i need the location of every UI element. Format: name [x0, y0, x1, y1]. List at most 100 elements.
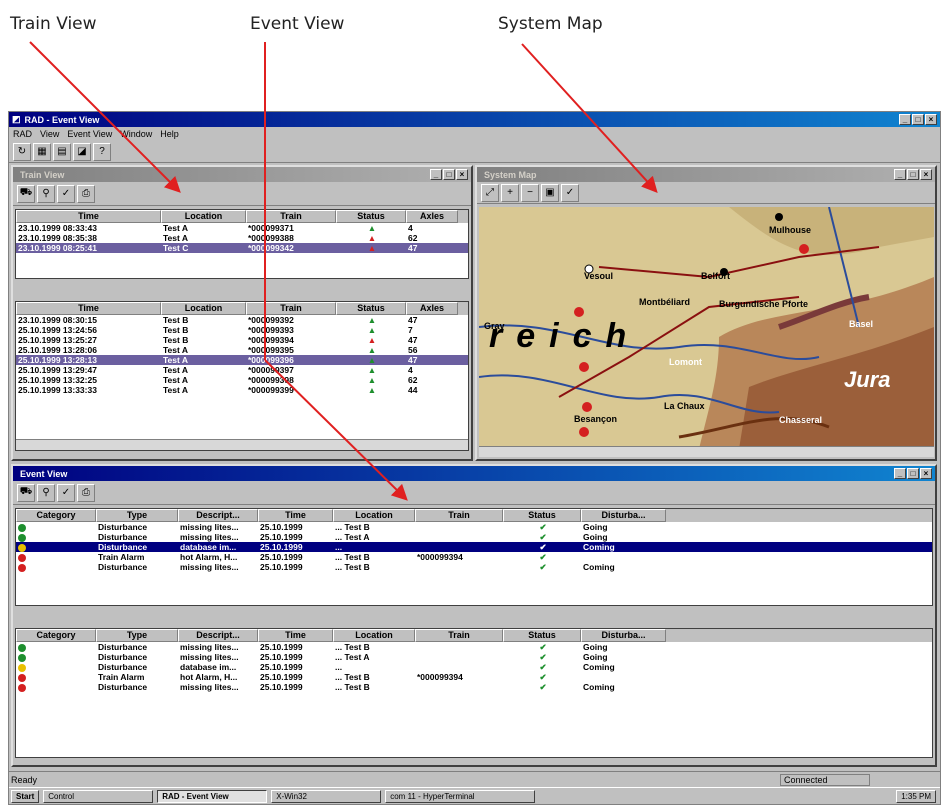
- close-button[interactable]: ×: [456, 169, 468, 180]
- table-row[interactable]: 25.10.1999 13:25:27 Test B *000099394 ▲ 47: [16, 335, 468, 345]
- column-header-category[interactable]: Category: [16, 629, 96, 642]
- column-header-time[interactable]: Time: [258, 509, 333, 522]
- train-view-icon[interactable]: ▦: [33, 142, 51, 161]
- column-header-time[interactable]: Time: [16, 302, 161, 315]
- menu-help[interactable]: Help: [160, 129, 179, 139]
- print-icon[interactable]: ⎙: [77, 483, 95, 502]
- check-icon[interactable]: ✓: [561, 183, 579, 202]
- menu-event-view[interactable]: Event View: [67, 129, 112, 139]
- horizontal-scrollbar[interactable]: [16, 439, 468, 450]
- map-horizontal-scrollbar[interactable]: [479, 446, 934, 457]
- table-row[interactable]: Disturbance missing lites... 25.10.1999...…: [16, 532, 932, 542]
- event-table-top[interactable]: Category Type Descript... Time Location …: [15, 508, 933, 606]
- column-header-axles[interactable]: Axles: [406, 302, 458, 315]
- column-header-status[interactable]: Status: [503, 509, 581, 522]
- menu-window[interactable]: Window: [120, 129, 152, 139]
- table-row[interactable]: Disturbance missing lites... 25.10.1999...…: [16, 642, 932, 652]
- column-header-time[interactable]: Time: [258, 629, 333, 642]
- help-icon[interactable]: ?: [93, 142, 111, 161]
- column-header-train[interactable]: Train: [246, 302, 336, 315]
- table-row[interactable]: 23.10.1999 08:35:38 Test A *000099388 ▲ 62: [16, 233, 468, 243]
- table-row[interactable]: Disturbance missing lites... 25.10.1999...…: [16, 522, 932, 532]
- start-button[interactable]: Start: [11, 789, 40, 803]
- train-table-bottom[interactable]: Time Location Train Status Axles 23.10.1…: [15, 301, 469, 451]
- table-row[interactable]: 23.10.1999 08:33:43 Test A *000099371 ▲ 4: [16, 223, 468, 233]
- column-header-status[interactable]: Status: [336, 302, 406, 315]
- column-header-time[interactable]: Time: [16, 210, 161, 223]
- table-row[interactable]: 23.10.1999 08:25:41 Test C *000099342 ▲ 47: [16, 243, 468, 253]
- task-xwin32[interactable]: X-Win32: [271, 789, 382, 803]
- minimize-button[interactable]: _: [430, 169, 442, 180]
- column-header-location[interactable]: Location: [161, 210, 246, 223]
- map-icon[interactable]: ◪: [73, 142, 91, 161]
- map-layers-icon[interactable]: ▣: [541, 183, 559, 202]
- table-row[interactable]: 25.10.1999 13:29:47 Test A *000099397 ▲ 4: [16, 365, 468, 375]
- minimize-button[interactable]: _: [899, 114, 911, 125]
- column-header-description[interactable]: Descript...: [178, 629, 258, 642]
- app-title-bar[interactable]: ◩ RAD - Event View _ □ ×: [9, 112, 940, 127]
- table-row[interactable]: Disturbance missing lites... 25.10.1999...…: [16, 562, 932, 572]
- binoculars-icon[interactable]: ⚲: [37, 184, 55, 203]
- status-tree-icon: ▲: [367, 365, 377, 375]
- print-icon[interactable]: ⎙: [77, 184, 95, 203]
- column-header-location[interactable]: Location: [161, 302, 246, 315]
- zoom-in-icon[interactable]: +: [501, 183, 519, 202]
- column-header-train[interactable]: Train: [246, 210, 336, 223]
- column-header-description[interactable]: Descript...: [178, 509, 258, 522]
- table-row[interactable]: Disturbance database im... 25.10.1999... ✔ C…: [16, 662, 932, 672]
- close-button[interactable]: ×: [925, 114, 937, 125]
- event-view-title-bar[interactable]: Event View _ □ ×: [13, 466, 935, 481]
- task-control[interactable]: Control: [43, 789, 154, 803]
- system-map-title-bar[interactable]: System Map _ □ ×: [477, 167, 935, 182]
- column-header-type[interactable]: Type: [96, 629, 178, 642]
- close-button[interactable]: ×: [920, 169, 932, 180]
- menu-view[interactable]: View: [40, 129, 59, 139]
- table-row[interactable]: 25.10.1999 13:28:13 Test A *000099396 ▲ 47: [16, 355, 468, 365]
- column-header-train[interactable]: Train: [415, 509, 503, 522]
- binoculars-icon[interactable]: ⚲: [37, 483, 55, 502]
- column-header-status[interactable]: Status: [336, 210, 406, 223]
- minimize-button[interactable]: _: [894, 169, 906, 180]
- table-row[interactable]: Disturbance missing lites... 25.10.1999...…: [16, 652, 932, 662]
- table-row[interactable]: 25.10.1999 13:28:06 Test A *000099395 ▲ 56: [16, 345, 468, 355]
- column-header-axles[interactable]: Axles: [406, 210, 458, 223]
- cell-dist: Going: [583, 522, 608, 532]
- train-icon[interactable]: ⛟: [17, 184, 35, 203]
- table-row[interactable]: 25.10.1999 13:32:25 Test A *000099398 ▲ 62: [16, 375, 468, 385]
- maximize-button[interactable]: □: [907, 169, 919, 180]
- table-row[interactable]: 25.10.1999 13:24:56 Test B *000099393 ▲ 7: [16, 325, 468, 335]
- minimize-button[interactable]: _: [894, 468, 906, 479]
- column-header-location[interactable]: Location: [333, 629, 415, 642]
- task-hyperterminal[interactable]: com 11 - HyperTerminal: [385, 789, 536, 803]
- table-row[interactable]: Train Alarm hot Alarm, H... 25.10.1999 ... …: [16, 672, 932, 682]
- check-icon[interactable]: ✓: [57, 483, 75, 502]
- train-table-top[interactable]: Time Location Train Status Axles 23.10.1…: [15, 209, 469, 279]
- table-row[interactable]: Disturbance missing lites... 25.10.1999...…: [16, 682, 932, 692]
- table-row[interactable]: 25.10.1999 13:33:33 Test A *000099399 ▲ 44: [16, 385, 468, 395]
- refresh-icon[interactable]: ↻: [13, 142, 31, 161]
- train-view-title-bar[interactable]: Train View _ □ ×: [13, 167, 471, 182]
- table-row[interactable]: 23.10.1999 08:30:15 Test B *000099392 ▲ 47: [16, 315, 468, 325]
- column-header-category[interactable]: Category: [16, 509, 96, 522]
- check-icon[interactable]: ✓: [57, 184, 75, 203]
- zoom-fit-icon[interactable]: ⤢: [481, 183, 499, 202]
- table-row[interactable]: Disturbance database im... 25.10.1999... ✔ C…: [16, 542, 932, 552]
- menu-rad[interactable]: RAD: [13, 129, 32, 139]
- column-header-disturbance[interactable]: Disturba...: [581, 629, 666, 642]
- system-map-canvas[interactable]: Mulhouse Belfort Vesoul Montbéliard Burg…: [479, 207, 934, 449]
- column-header-train[interactable]: Train: [415, 629, 503, 642]
- column-header-status[interactable]: Status: [503, 629, 581, 642]
- close-button[interactable]: ×: [920, 468, 932, 479]
- column-header-type[interactable]: Type: [96, 509, 178, 522]
- event-table-bottom[interactable]: Category Type Descript... Time Location …: [15, 628, 933, 758]
- maximize-button[interactable]: □: [907, 468, 919, 479]
- task-rad-event-view[interactable]: RAD - Event View: [157, 789, 268, 803]
- maximize-button[interactable]: □: [912, 114, 924, 125]
- zoom-out-icon[interactable]: −: [521, 183, 539, 202]
- train-icon[interactable]: ⛟: [17, 483, 35, 502]
- event-list-icon[interactable]: ▤: [53, 142, 71, 161]
- column-header-disturbance[interactable]: Disturba...: [581, 509, 666, 522]
- column-header-location[interactable]: Location: [333, 509, 415, 522]
- table-row[interactable]: Train Alarm hot Alarm, H... 25.10.1999 ... …: [16, 552, 932, 562]
- maximize-button[interactable]: □: [443, 169, 455, 180]
